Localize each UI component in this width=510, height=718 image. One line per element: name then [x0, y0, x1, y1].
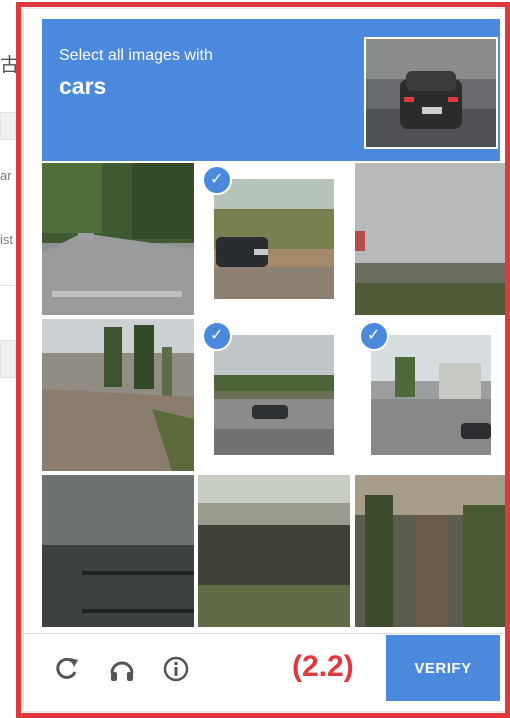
- background-text-fragment: ar: [0, 168, 12, 183]
- verify-button[interactable]: VERIFY: [386, 635, 500, 701]
- background-text-fragment: ist: [0, 232, 13, 247]
- challenge-target: cars: [59, 73, 107, 99]
- info-icon[interactable]: [162, 655, 192, 685]
- captcha-dialog: Select all images with cars ✓ ✓ ✓ (2.2) …: [24, 9, 508, 711]
- challenge-header: Select all images with cars: [42, 19, 500, 161]
- background-input-edge: [0, 112, 16, 140]
- headphones-icon[interactable]: [108, 655, 138, 685]
- footer-divider: [24, 633, 508, 634]
- background-divider: [0, 285, 18, 286]
- image-tile[interactable]: [198, 475, 350, 627]
- reload-icon[interactable]: [54, 655, 84, 685]
- example-image: [364, 37, 498, 149]
- image-tile[interactable]: [42, 163, 194, 315]
- selected-check-icon: ✓: [202, 321, 232, 351]
- background-input-edge: [0, 340, 16, 378]
- selected-check-icon: ✓: [359, 321, 389, 351]
- check-glyph: ✓: [210, 169, 224, 188]
- image-tile[interactable]: [42, 475, 194, 627]
- image-tile[interactable]: [355, 475, 507, 627]
- check-glyph: ✓: [367, 325, 381, 344]
- image-tile[interactable]: [355, 163, 507, 315]
- red-annotation-label: (2.2): [292, 650, 354, 683]
- check-glyph: ✓: [210, 325, 224, 344]
- background-text-fragment: 古: [0, 55, 20, 76]
- selected-check-icon: ✓: [202, 165, 232, 195]
- challenge-instruction: Select all images with: [59, 47, 213, 64]
- image-tile[interactable]: [42, 319, 194, 471]
